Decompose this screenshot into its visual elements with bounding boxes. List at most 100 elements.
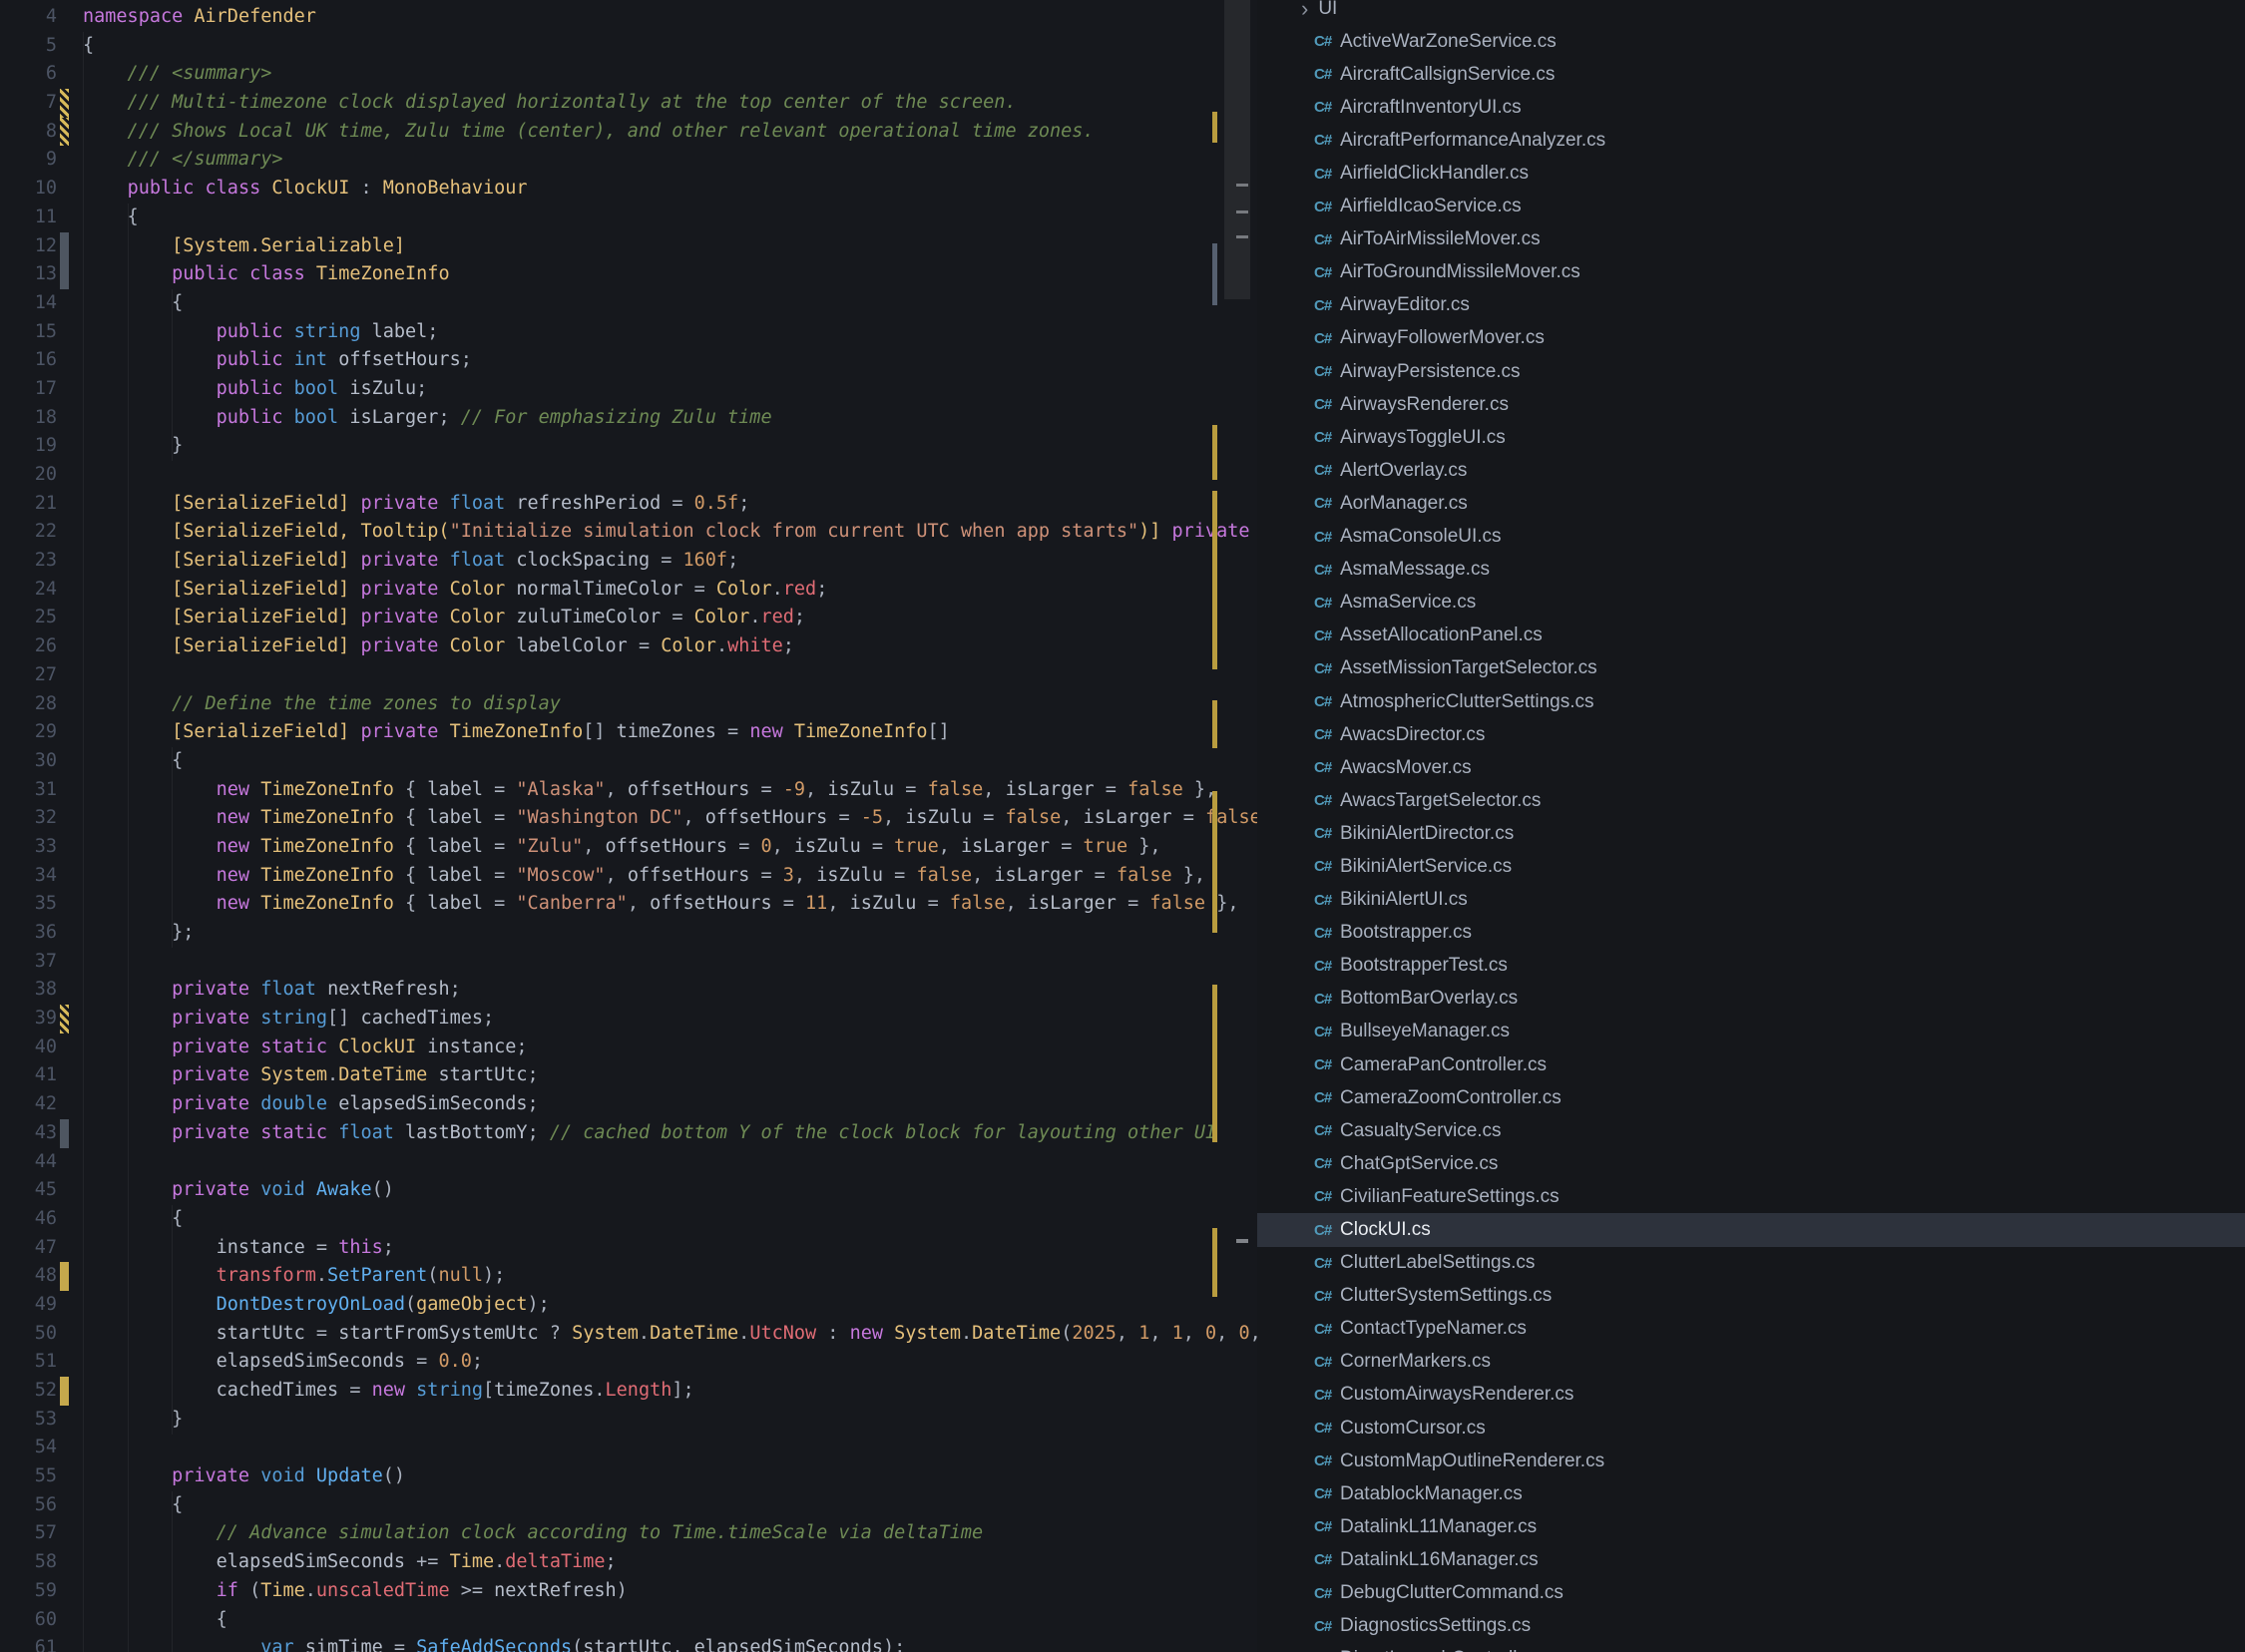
- file-item[interactable]: C#AirwayEditor.cs: [1257, 289, 2245, 322]
- code-line[interactable]: 47 instance = this;: [0, 1234, 1257, 1263]
- code-line[interactable]: 24 [SerializeField] private Color normal…: [0, 576, 1257, 605]
- file-item[interactable]: C#BikiniAlertService.cs: [1257, 850, 2245, 883]
- file-item[interactable]: C#AirToGroundMissileMover.cs: [1257, 256, 2245, 289]
- code-line[interactable]: 27: [0, 661, 1257, 690]
- file-item[interactable]: C#AorManager.cs: [1257, 487, 2245, 520]
- file-item[interactable]: C#BikiniAlertDirector.cs: [1257, 817, 2245, 850]
- file-item[interactable]: C#CornerMarkers.cs: [1257, 1346, 2245, 1379]
- file-item[interactable]: C#ClutterLabelSettings.cs: [1257, 1247, 2245, 1280]
- file-item[interactable]: C#AwacsMover.cs: [1257, 751, 2245, 784]
- code-line[interactable]: 31 new TimeZoneInfo { label = "Alaska", …: [0, 776, 1257, 805]
- code-line[interactable]: 59 if (Time.unscaledTime >= nextRefresh): [0, 1577, 1257, 1606]
- file-item[interactable]: C#ClockUI.cs: [1257, 1213, 2245, 1246]
- code-line[interactable]: 9 /// </summary>: [0, 146, 1257, 175]
- code-line[interactable]: 41 private System.DateTime startUtc;: [0, 1061, 1257, 1090]
- code-line[interactable]: 5{: [0, 32, 1257, 61]
- code-line[interactable]: 32 new TimeZoneInfo { label = "Washingto…: [0, 804, 1257, 833]
- code-line[interactable]: 19 }: [0, 432, 1257, 461]
- code-line[interactable]: 44: [0, 1148, 1257, 1177]
- file-item[interactable]: C#CustomMapOutlineRenderer.cs: [1257, 1445, 2245, 1477]
- code-line[interactable]: 45 private void Awake(): [0, 1176, 1257, 1205]
- file-item[interactable]: C#BikiniAlertUI.cs: [1257, 884, 2245, 917]
- file-item[interactable]: C#DatalinkL16Manager.cs: [1257, 1543, 2245, 1576]
- code-line[interactable]: 54: [0, 1434, 1257, 1462]
- scrollbar-thumb[interactable]: [1224, 0, 1250, 299]
- code-line[interactable]: 39 private string[] cachedTimes;: [0, 1005, 1257, 1033]
- file-item[interactable]: C#AircraftPerformanceAnalyzer.cs: [1257, 124, 2245, 157]
- code-line[interactable]: 34 new TimeZoneInfo { label = "Moscow", …: [0, 862, 1257, 891]
- code-line[interactable]: 8 /// Shows Local UK time, Zulu time (ce…: [0, 118, 1257, 147]
- code-line[interactable]: 13 public class TimeZoneInfo: [0, 260, 1257, 289]
- code-line[interactable]: 58 elapsedSimSeconds += Time.deltaTime;: [0, 1548, 1257, 1577]
- file-item[interactable]: C#CivilianFeatureSettings.cs: [1257, 1180, 2245, 1213]
- code-line[interactable]: 30 {: [0, 747, 1257, 776]
- file-item[interactable]: C#CustomCursor.cs: [1257, 1412, 2245, 1445]
- file-item[interactable]: C#BootstrapperTest.cs: [1257, 950, 2245, 983]
- code-line[interactable]: 21 [SerializeField] private float refres…: [0, 490, 1257, 519]
- code-line[interactable]: 23 [SerializeField] private float clockS…: [0, 547, 1257, 576]
- code-line[interactable]: 16 public int offsetHours;: [0, 346, 1257, 375]
- code-line[interactable]: 56 {: [0, 1491, 1257, 1520]
- file-item[interactable]: C#DatalinkL11Manager.cs: [1257, 1510, 2245, 1543]
- code-line[interactable]: 14 {: [0, 289, 1257, 318]
- file-item[interactable]: C#AirwayFollowerMover.cs: [1257, 322, 2245, 355]
- file-item[interactable]: C#CasualtyService.cs: [1257, 1114, 2245, 1147]
- file-item[interactable]: C#AirwayPersistence.cs: [1257, 355, 2245, 388]
- file-item[interactable]: C#BottomBarOverlay.cs: [1257, 983, 2245, 1016]
- file-item[interactable]: C#AirwaysRenderer.cs: [1257, 388, 2245, 421]
- code-editor[interactable]: 4namespace AirDefender5{6 /// <summary>7…: [0, 0, 1257, 1652]
- code-line[interactable]: 6 /// <summary>: [0, 60, 1257, 89]
- file-item[interactable]: C#CustomAirwaysRenderer.cs: [1257, 1379, 2245, 1412]
- code-line[interactable]: 17 public bool isZulu;: [0, 375, 1257, 404]
- file-item[interactable]: C#AsmaConsoleUI.cs: [1257, 521, 2245, 554]
- code-line[interactable]: 22 [SerializeField, Tooltip("Initialize …: [0, 518, 1257, 547]
- code-line[interactable]: 50 startUtc = startFromSystemUtc ? Syste…: [0, 1320, 1257, 1349]
- code-line[interactable]: 26 [SerializeField] private Color labelC…: [0, 632, 1257, 661]
- code-line[interactable]: 4namespace AirDefender: [0, 3, 1257, 32]
- file-item[interactable]: C#AtmosphericClutterSettings.cs: [1257, 685, 2245, 718]
- file-item[interactable]: C#AssetMissionTargetSelector.cs: [1257, 652, 2245, 685]
- code-line[interactable]: 37: [0, 948, 1257, 977]
- code-line[interactable]: 53 }: [0, 1406, 1257, 1435]
- file-item[interactable]: C#DirectLaunchController.cs: [1257, 1643, 2245, 1652]
- file-item[interactable]: C#AircraftCallsignService.cs: [1257, 58, 2245, 91]
- file-item[interactable]: C#AsmaService.cs: [1257, 587, 2245, 620]
- code-line[interactable]: 11 {: [0, 204, 1257, 232]
- code-line[interactable]: 43 private static float lastBottomY; // …: [0, 1119, 1257, 1148]
- file-item[interactable]: C#AirfieldIcaoService.cs: [1257, 191, 2245, 223]
- file-item[interactable]: C#AirwaysToggleUI.cs: [1257, 421, 2245, 454]
- code-line[interactable]: 46 {: [0, 1205, 1257, 1234]
- code-line[interactable]: 51 elapsedSimSeconds = 0.0;: [0, 1348, 1257, 1377]
- file-item[interactable]: C#AirToAirMissileMover.cs: [1257, 223, 2245, 256]
- file-item[interactable]: C#CameraZoomController.cs: [1257, 1081, 2245, 1114]
- code-line[interactable]: 38 private float nextRefresh;: [0, 976, 1257, 1005]
- code-line[interactable]: 40 private static ClockUI instance;: [0, 1033, 1257, 1062]
- code-line[interactable]: 52 cachedTimes = new string[timeZones.Le…: [0, 1377, 1257, 1406]
- code-line[interactable]: 36 };: [0, 919, 1257, 948]
- code-line[interactable]: 25 [SerializeField] private Color zuluTi…: [0, 604, 1257, 632]
- file-item[interactable]: C#ChatGptService.cs: [1257, 1147, 2245, 1180]
- file-item[interactable]: C#AirfieldClickHandler.cs: [1257, 157, 2245, 190]
- file-item[interactable]: C#ClutterSystemSettings.cs: [1257, 1280, 2245, 1313]
- file-item[interactable]: C#DatablockManager.cs: [1257, 1477, 2245, 1510]
- code-line[interactable]: 20: [0, 461, 1257, 490]
- code-line[interactable]: 33 new TimeZoneInfo { label = "Zulu", of…: [0, 833, 1257, 862]
- code-line[interactable]: 48 transform.SetParent(null);: [0, 1262, 1257, 1291]
- file-item[interactable]: C#ContactTypeNamer.cs: [1257, 1313, 2245, 1346]
- code-line[interactable]: 10 public class ClockUI : MonoBehaviour: [0, 175, 1257, 204]
- code-line[interactable]: 35 new TimeZoneInfo { label = "Canberra"…: [0, 890, 1257, 919]
- code-area[interactable]: 4namespace AirDefender5{6 /// <summary>7…: [0, 0, 1257, 1652]
- code-line[interactable]: 60 {: [0, 1606, 1257, 1635]
- folder-item-ui[interactable]: ›UI: [1257, 0, 2245, 25]
- file-item[interactable]: C#AwacsTargetSelector.cs: [1257, 784, 2245, 817]
- file-item[interactable]: C#Bootstrapper.cs: [1257, 917, 2245, 950]
- code-line[interactable]: 61 var simTime = SafeAddSeconds(startUtc…: [0, 1634, 1257, 1652]
- code-line[interactable]: 28 // Define the time zones to display: [0, 690, 1257, 719]
- file-item[interactable]: C#AircraftInventoryUI.cs: [1257, 91, 2245, 124]
- code-line[interactable]: 7 /// Multi-timezone clock displayed hor…: [0, 89, 1257, 118]
- code-line[interactable]: 57 // Advance simulation clock according…: [0, 1519, 1257, 1548]
- code-line[interactable]: 12 [System.Serializable]: [0, 232, 1257, 261]
- file-item[interactable]: C#DiagnosticsSettings.cs: [1257, 1610, 2245, 1643]
- file-item[interactable]: C#AssetAllocationPanel.cs: [1257, 620, 2245, 652]
- file-item[interactable]: C#AwacsDirector.cs: [1257, 718, 2245, 751]
